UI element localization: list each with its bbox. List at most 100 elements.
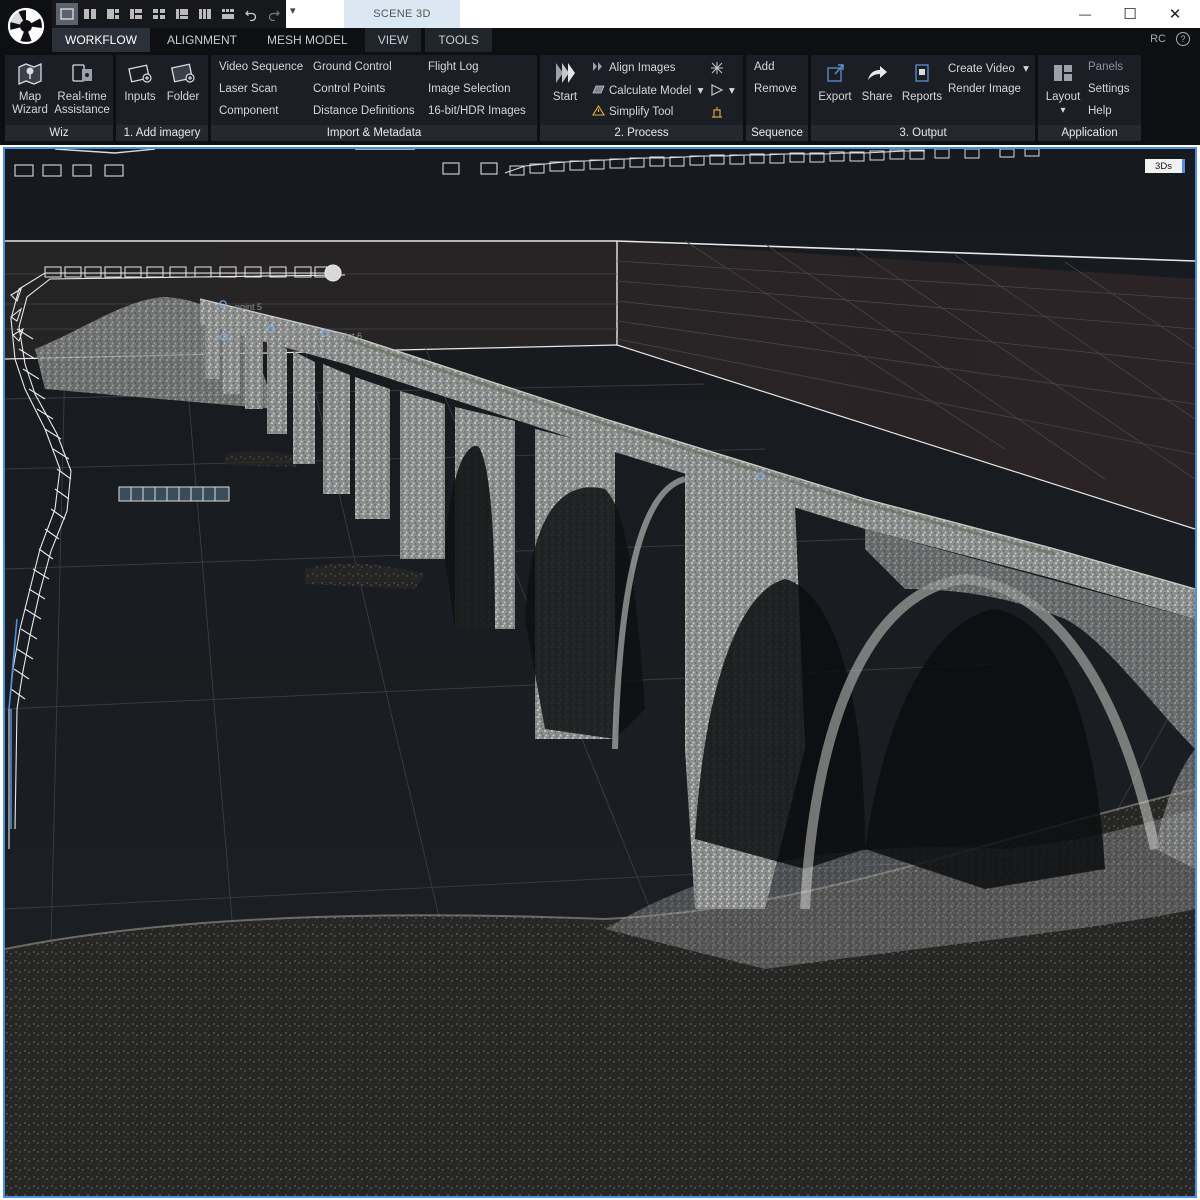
texture-icon[interactable] [710,61,724,75]
inputs-button[interactable]: Inputs [120,59,160,104]
component-button[interactable]: Component [219,105,278,117]
simplify-tool-icon [592,105,605,116]
create-video-label: Create Video [948,63,1015,75]
layout-3pane-icon[interactable] [102,3,124,25]
layout-dropdown-icon[interactable]: ▾ [1060,104,1065,117]
group-import-metadata: Video Sequence Laser Scan Component Grou… [211,55,537,141]
group-sequence: Add Remove Sequence [746,55,808,141]
tab-view[interactable]: VIEW [364,28,422,52]
maximize-button[interactable]: ☐ [1107,0,1153,28]
scene-3d-tab[interactable]: SCENE 3D [344,0,460,28]
filter-selection-dropdown-icon[interactable]: ▾ [729,83,735,97]
calculate-model-button[interactable]: Calculate Model ▾ [592,83,703,97]
hdr-images-button[interactable]: 16-bit/HDR Images [428,105,526,117]
control-points-button[interactable]: Control Points [313,83,385,95]
control-point-label: point 6 [335,331,362,341]
map-wizard-label-2: Wizard [12,104,48,116]
help-button[interactable]: Help [1088,105,1112,117]
colorize-icon[interactable] [710,105,724,119]
group-label-process: 2. Process [540,125,743,141]
map-wizard-label-1: Map [18,91,42,103]
filter-selection-icon[interactable] [710,83,724,97]
render-image-button[interactable]: Render Image [948,83,1021,95]
start-label: Start [552,91,578,103]
quick-access-more-icon[interactable]: ▾ [290,4,296,17]
group-label-import-metadata: Import & Metadata [211,125,537,141]
export-label: Export [818,91,852,103]
create-video-dropdown-icon[interactable]: ▾ [1023,63,1029,75]
share-icon [868,66,887,80]
realtime-label-1: Real-time [57,91,107,103]
3ds-badge[interactable]: 3Ds [1145,159,1185,173]
tab-workflow[interactable]: WORKFLOW [52,28,150,52]
settings-button[interactable]: Settings [1088,83,1130,95]
align-images-button[interactable]: Align Images [592,61,675,74]
tab-alignment[interactable]: ALIGNMENT [154,28,250,52]
minimize-icon: — [1079,7,1091,21]
group-label-sequence: Sequence [746,125,808,141]
folder-button[interactable]: Folder [162,59,204,104]
start-icon [556,63,575,83]
group-application: Layout ▾ Panels Settings Help Applicatio… [1038,55,1141,141]
video-sequence-button[interactable]: Video Sequence [219,61,303,73]
layout-split-icon[interactable] [79,3,101,25]
flight-log-button[interactable]: Flight Log [428,61,479,73]
group-wiz: Map Wizard Real-time Assistance Wiz [5,55,113,141]
realtime-assistance-button[interactable]: Real-time Assistance [53,59,111,117]
share-label: Share [861,91,893,103]
layout-flex-icon[interactable] [194,3,216,25]
calculate-model-icon [592,85,605,94]
group-add-imagery: Inputs Folder 1. Add imagery [116,55,208,141]
tab-mesh-model[interactable]: MESH MODEL [254,28,361,52]
share-button[interactable]: Share [857,59,897,104]
folder-label: Folder [166,91,200,103]
app-logo[interactable] [0,0,52,52]
control-point-label: point 4 [281,327,308,337]
export-button[interactable]: Export [815,59,855,104]
layout-grid-icon[interactable] [217,3,239,25]
close-icon: ✕ [1168,6,1182,23]
map-wizard-button[interactable]: Map Wizard [9,59,51,117]
start-button[interactable]: Start [546,59,584,104]
sequence-remove-button[interactable]: Remove [754,83,797,95]
layout-rows-icon[interactable] [125,3,147,25]
align-images-icon [593,62,602,71]
group-label-output: 3. Output [811,125,1035,141]
realtime-assistance-icon [72,64,92,82]
layout-single-icon[interactable] [56,3,78,25]
tab-tools[interactable]: TOOLS [425,28,492,52]
ribbon: WORKFLOW ALIGNMENT MESH MODEL VIEW TOOLS… [0,28,1200,145]
title-bar: ▾ SCENE 3D — ☐ ✕ [0,0,1200,28]
control-point-label: point 5 [235,302,262,312]
laser-scan-button[interactable]: Laser Scan [219,83,277,95]
close-button[interactable]: ✕ [1152,0,1198,28]
aperture-logo-icon [7,7,45,45]
calculate-model-label: Calculate Model [609,85,692,97]
panels-button[interactable]: Panels [1088,61,1123,73]
layout-button[interactable]: Layout ▾ [1042,59,1084,117]
group-label-application: Application [1038,125,1141,141]
image-selection-button[interactable]: Image Selection [428,83,510,95]
ribbon-tabs: WORKFLOW ALIGNMENT MESH MODEL VIEW TOOLS [52,28,492,52]
simplify-tool-button[interactable]: Simplify Tool [592,105,673,118]
reports-button[interactable]: Reports [899,59,945,104]
reports-label: Reports [901,91,943,103]
undo-icon[interactable] [240,3,262,25]
align-images-label: Align Images [609,62,676,74]
minimize-button[interactable]: — [1062,0,1108,28]
help-icon[interactable]: ? [1176,32,1190,46]
realtime-label-2: Assistance [54,104,110,116]
distance-definitions-button[interactable]: Distance Definitions [313,105,415,117]
maximize-icon: ☐ [1123,6,1137,23]
camera-cluster [118,486,230,502]
point-cloud-scene[interactable]: point 5 point 1 point 4 point 6 point 2 [5,149,1195,1196]
create-video-button[interactable]: Create Video ▾ [948,61,1029,75]
viewport-canvas[interactable]: point 5 point 1 point 4 point 6 point 2 … [3,147,1197,1198]
sequence-add-button[interactable]: Add [754,61,774,73]
redo-icon[interactable] [263,3,285,25]
scene-3d-viewport[interactable]: point 5 point 1 point 4 point 6 point 2 … [0,145,1200,1200]
ground-control-button[interactable]: Ground Control [313,61,392,73]
layout-wide-icon[interactable] [171,3,193,25]
calculate-model-dropdown-icon[interactable]: ▾ [698,85,704,97]
layout-4pane-icon[interactable] [148,3,170,25]
